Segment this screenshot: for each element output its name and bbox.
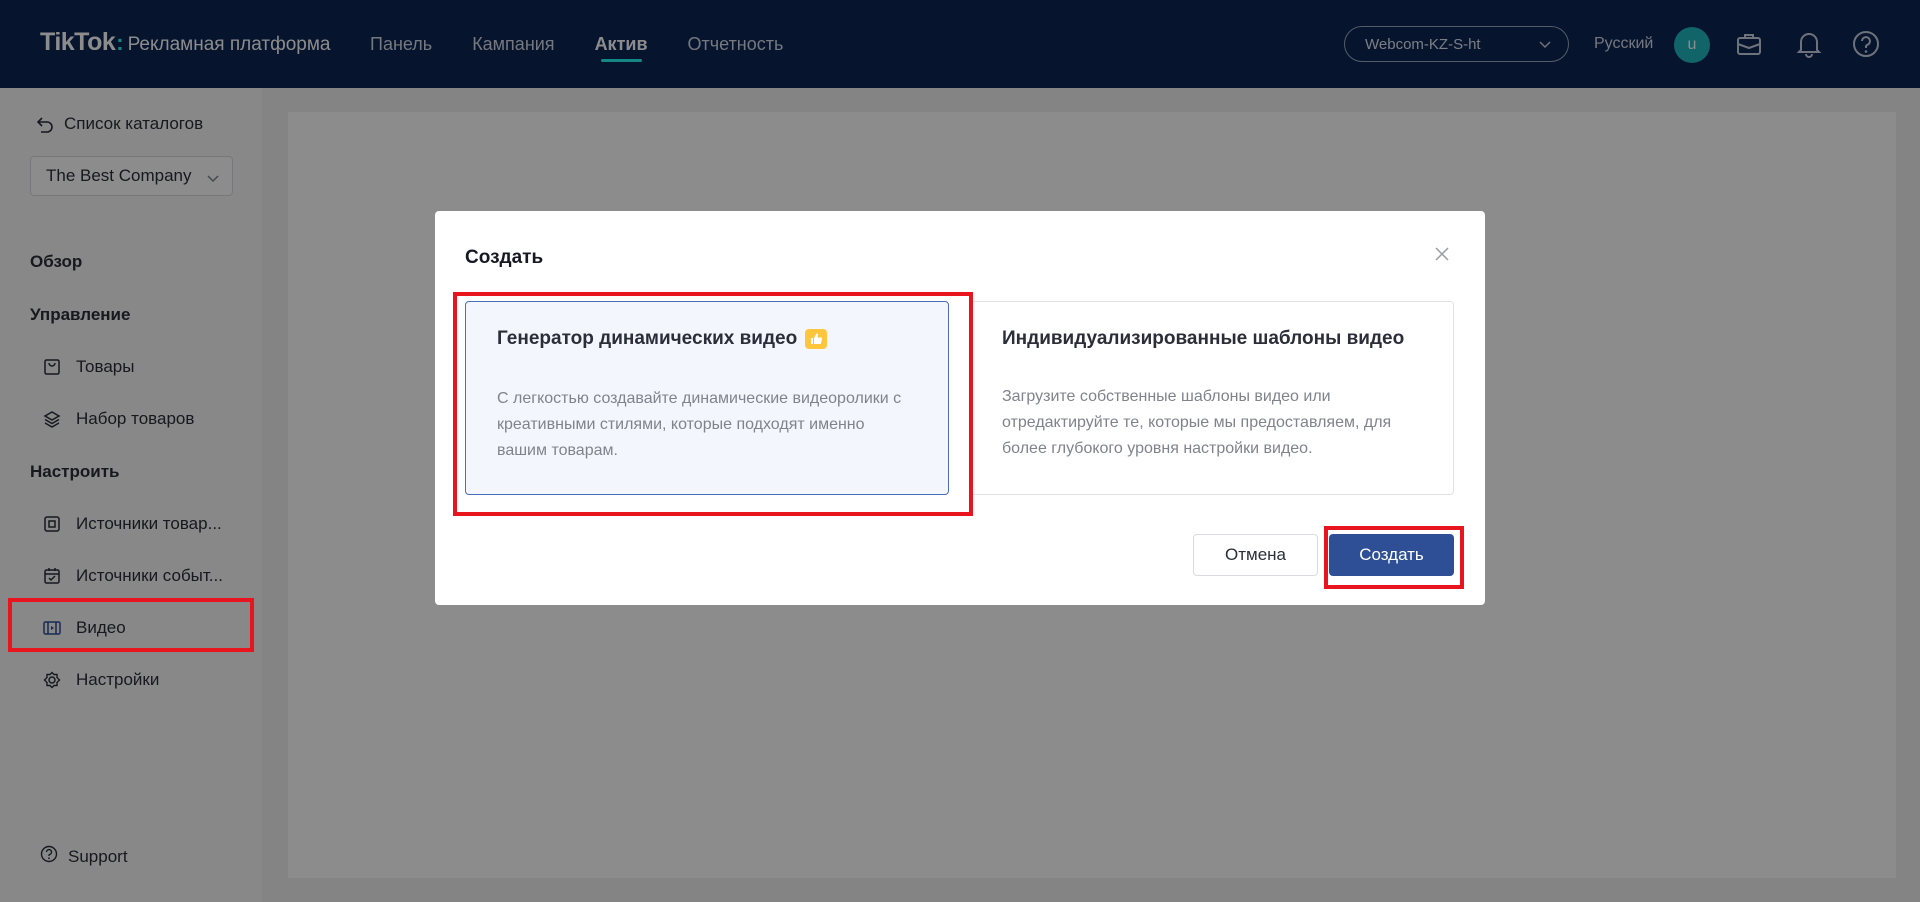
thumbs-up-icon <box>805 329 828 349</box>
option-title: Индивидуализированные шаблоны видео <box>1002 328 1405 349</box>
option-title: Генератор динамических видео <box>497 328 798 349</box>
create-button[interactable]: Создать <box>1329 534 1454 576</box>
option-description: Загрузите собственные шаблоны видео или … <box>1002 388 1392 457</box>
option-dynamic-video-generator[interactable]: Генератор динамических видео С легкостью… <box>465 301 949 495</box>
modal-title: Создать <box>465 247 544 268</box>
cancel-button[interactable]: Отмена <box>1193 534 1318 576</box>
option-description: С легкостью создавайте динамические виде… <box>497 390 902 459</box>
create-modal: Создать Генератор динамических видео С л… <box>435 211 1485 605</box>
option-custom-video-templates[interactable]: Индивидуализированные шаблоны видео Загр… <box>970 301 1454 495</box>
close-icon[interactable] <box>1431 243 1453 265</box>
